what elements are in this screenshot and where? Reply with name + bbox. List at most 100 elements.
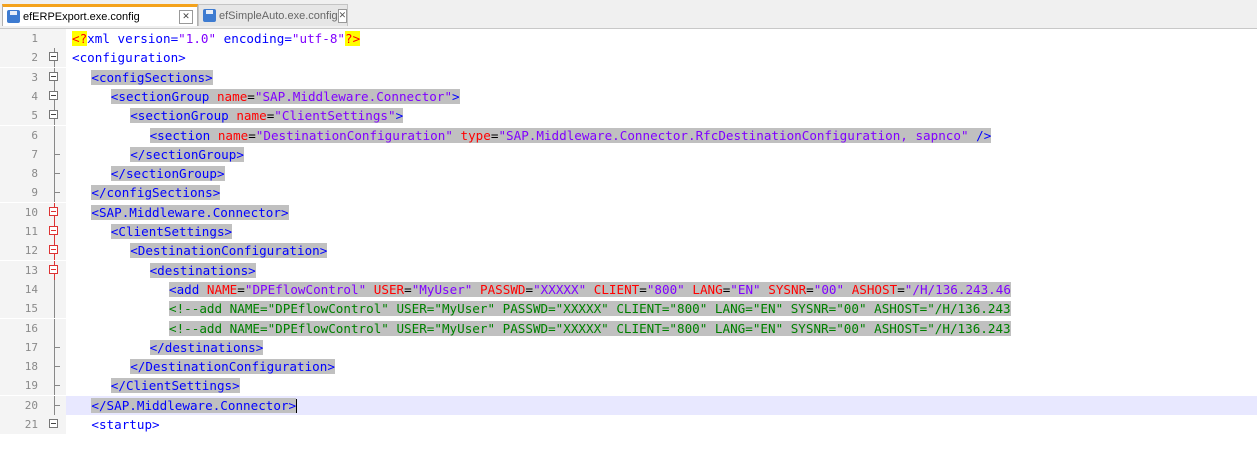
fold-end-marker	[54, 346, 60, 348]
code-token: "EN"	[730, 281, 761, 297]
fold-margin	[44, 376, 66, 396]
code-line[interactable]: 13 <destinations>	[0, 260, 1257, 280]
code-token: </DestinationConfiguration>	[130, 359, 335, 375]
tab-efSimpleAuto-config[interactable]: efSimpleAuto.exe.config ✕	[198, 4, 348, 26]
fold-collapse-icon[interactable]	[49, 110, 58, 120]
code-line[interactable]: 18 </DestinationConfiguration>	[0, 357, 1257, 377]
fold-collapse-icon[interactable]	[49, 52, 58, 62]
code-text: <SAP.Middleware.Connector>	[91, 203, 289, 222]
fold-end-marker	[54, 385, 60, 387]
code-token: "SAP.Middleware.Connector"	[254, 88, 453, 104]
code-line[interactable]: 9 </configSections>	[0, 183, 1257, 203]
code-token: <sectionGroup	[110, 88, 217, 104]
fold-margin	[44, 318, 66, 338]
code-token: type	[460, 127, 491, 143]
code-token: name	[236, 108, 267, 124]
selection-highlight: <!--add NAME="DPEflowControl" USER="MyUs…	[169, 320, 1011, 336]
code-line[interactable]: 10 <SAP.Middleware.Connector>	[0, 202, 1257, 222]
code-token: "00"	[813, 281, 845, 297]
code-line[interactable]: 21 <startup>	[0, 415, 1257, 434]
code-text: <!--add NAME="DPEflowControl" USER="MyUs…	[169, 299, 1011, 318]
code-line[interactable]: 5 <sectionGroup name="ClientSettings">	[0, 106, 1257, 126]
close-icon[interactable]: ✕	[337, 8, 348, 23]
code-text: <add NAME="DPEflowControl" USER="MyUser"…	[169, 280, 1011, 299]
line-number: 15	[0, 299, 44, 319]
code-text: <?xml version="1.0" encoding="utf-8"?>	[72, 29, 361, 48]
save-icon	[7, 10, 20, 23]
code-text: <configuration>	[72, 48, 186, 67]
code-text: </configSections>	[91, 183, 221, 202]
code-line[interactable]: 20 </SAP.Middleware.Connector>	[0, 395, 1257, 415]
code-text: <section name="DestinationConfiguration"…	[149, 126, 992, 145]
tab-efERPExport-config[interactable]: efERPExport.exe.config ✕	[2, 4, 198, 26]
code-token: >	[395, 108, 404, 124]
code-text: </sectionGroup>	[130, 145, 244, 164]
line-number: 5	[0, 106, 44, 126]
fold-margin	[44, 241, 66, 261]
code-token: =	[248, 127, 256, 143]
selection-highlight: <section name="DestinationConfiguration"…	[149, 127, 992, 143]
fold-collapse-icon[interactable]	[49, 226, 58, 235]
fold-margin	[44, 29, 66, 48]
selection-highlight: <startup>	[91, 417, 159, 432]
fold-margin	[44, 279, 66, 299]
code-line[interactable]: 6 <section name="DestinationConfiguration…	[0, 125, 1257, 145]
code-line[interactable]: 8 </sectionGroup>	[0, 164, 1257, 184]
code-line[interactable]: 7 </sectionGroup>	[0, 144, 1257, 164]
code-token: <!--add NAME="DPEflowControl" USER="MyUs…	[169, 301, 1011, 317]
selection-highlight: <configSections>	[91, 69, 213, 85]
code-token: =	[404, 281, 412, 297]
code-line[interactable]: 16 <!--add NAME="DPEflowControl" USER="My…	[0, 318, 1257, 338]
code-text: <configSections>	[91, 68, 213, 87]
code-line[interactable]: 19 </ClientSettings>	[0, 376, 1257, 396]
fold-end-marker	[54, 404, 60, 406]
selection-highlight: <SAP.Middleware.Connector>	[91, 204, 289, 220]
line-number: 1	[0, 29, 44, 48]
save-icon	[203, 9, 216, 22]
code-text: </sectionGroup>	[110, 164, 225, 183]
code-line[interactable]: 15 <!--add NAME="DPEflowControl" USER="My…	[0, 299, 1257, 319]
code-token: "800"	[646, 281, 685, 297]
line-number: 19	[0, 376, 44, 396]
code-text: <sectionGroup name="ClientSettings">	[130, 106, 404, 125]
line-number: 16	[0, 318, 44, 338]
selection-highlight: <!--add NAME="DPEflowControl" USER="MyUs…	[169, 301, 1011, 317]
close-icon[interactable]: ✕	[179, 9, 193, 24]
line-number: 14	[0, 279, 44, 299]
fold-line	[54, 125, 55, 145]
code-token: <startup>	[91, 417, 160, 432]
fold-collapse-icon[interactable]	[49, 264, 58, 274]
line-number: 18	[0, 357, 44, 377]
selection-highlight: <destinations>	[149, 262, 256, 278]
code-token: />	[968, 127, 992, 143]
code-line[interactable]: 4 <sectionGroup name="SAP.Middleware.Conn…	[0, 86, 1257, 106]
selection-highlight: <sectionGroup name="ClientSettings">	[130, 108, 404, 124]
code-line[interactable]: 14 <add NAME="DPEflowControl" USER="MyUse…	[0, 279, 1257, 299]
code-token: <DestinationConfiguration>	[130, 243, 328, 259]
fold-margin	[44, 86, 66, 106]
fold-collapse-icon[interactable]	[49, 71, 58, 81]
fold-margin	[44, 415, 66, 434]
fold-collapse-icon[interactable]	[49, 245, 58, 255]
code-line[interactable]: 3 <configSections>	[0, 67, 1257, 87]
code-text: <DestinationConfiguration>	[130, 241, 328, 260]
code-token: <add	[169, 281, 207, 297]
code-token: ASHOST	[851, 281, 898, 297]
selection-highlight: </configSections>	[91, 185, 221, 201]
selection-highlight: </DestinationConfiguration>	[130, 359, 335, 375]
fold-collapse-icon[interactable]	[49, 90, 58, 100]
code-token: "DestinationConfiguration"	[255, 127, 453, 143]
code-text: <destinations>	[149, 261, 256, 280]
code-line[interactable]: 2 <configuration>	[0, 48, 1257, 68]
code-editor[interactable]: 1 <?xml version="1.0" encoding="utf-8"?> 2…	[0, 29, 1257, 466]
fold-margin	[44, 337, 66, 357]
code-token: "ClientSettings"	[274, 108, 396, 124]
fold-collapse-icon[interactable]	[49, 419, 58, 428]
code-line[interactable]: 17 </destinations>	[0, 337, 1257, 357]
code-line[interactable]: 1 <?xml version="1.0" encoding="utf-8"?>	[0, 29, 1257, 48]
fold-collapse-icon[interactable]	[49, 206, 58, 216]
code-line[interactable]: 12 <DestinationConfiguration>	[0, 241, 1257, 261]
code-line[interactable]: 11 <ClientSettings>	[0, 222, 1257, 241]
